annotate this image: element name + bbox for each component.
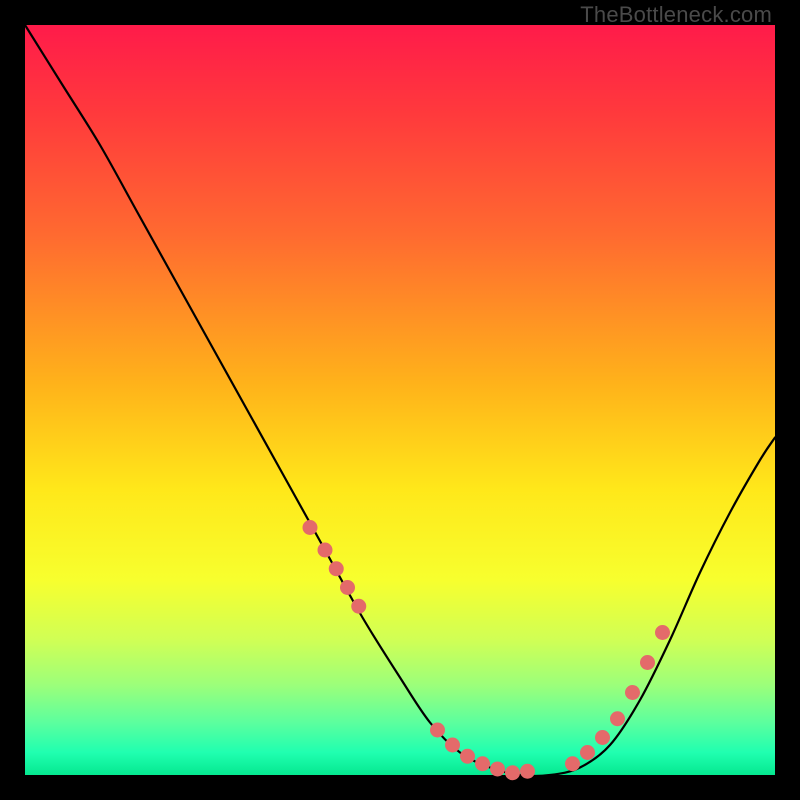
curve-marker (505, 765, 520, 780)
curve-marker (460, 749, 475, 764)
chart-svg (25, 25, 775, 775)
curve-marker (565, 756, 580, 771)
curve-marker (625, 685, 640, 700)
curve-marker (595, 730, 610, 745)
curve-marker (351, 599, 366, 614)
bottleneck-curve (25, 25, 775, 776)
curve-marker (475, 756, 490, 771)
curve-marker (340, 580, 355, 595)
curve-marker (318, 543, 333, 558)
watermark-text: TheBottleneck.com (580, 2, 772, 28)
curve-marker (655, 625, 670, 640)
curve-marker (303, 520, 318, 535)
curve-marker (580, 745, 595, 760)
curve-marker (610, 711, 625, 726)
curve-marker (329, 561, 344, 576)
curve-marker (490, 762, 505, 777)
curve-marker (520, 764, 535, 779)
curve-marker (445, 738, 460, 753)
curve-marker (640, 655, 655, 670)
curve-markers (303, 520, 671, 780)
curve-marker (430, 723, 445, 738)
